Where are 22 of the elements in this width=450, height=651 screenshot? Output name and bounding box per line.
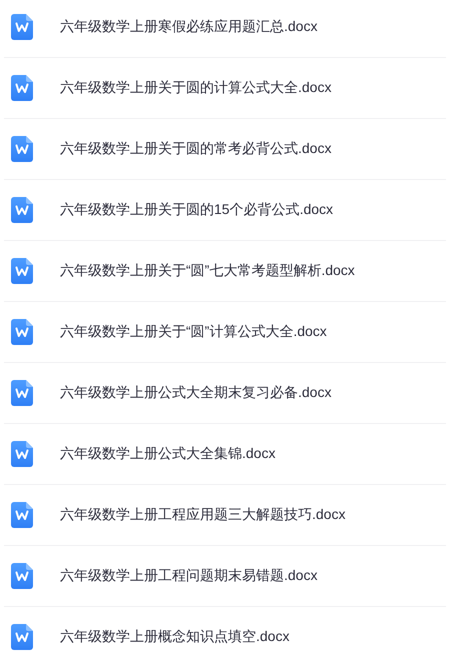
file-name[interactable]: 六年级数学上册寒假必练应用题汇总.docx: [60, 18, 318, 36]
file-name[interactable]: 六年级数学上册关于“圆”计算公式大全.docx: [60, 323, 327, 341]
document-icon: [11, 14, 33, 40]
document-icon: [11, 75, 33, 101]
document-icon: [11, 197, 33, 223]
document-icon: [11, 441, 33, 467]
file-name[interactable]: 六年级数学上册工程应用题三大解题技巧.docx: [60, 506, 346, 524]
document-icon: [11, 319, 33, 345]
file-name[interactable]: 六年级数学上册关于圆的常考必背公式.docx: [60, 140, 332, 158]
document-icon: [11, 258, 33, 284]
document-icon: [11, 502, 33, 528]
file-name[interactable]: 六年级数学上册关于圆的15个必背公式.docx: [60, 201, 334, 219]
document-icon: [11, 136, 33, 162]
document-icon: [11, 380, 33, 406]
file-name[interactable]: 六年级数学上册关于圆的计算公式大全.docx: [60, 79, 332, 97]
file-name[interactable]: 六年级数学上册关于“圆”七大常考题型解析.docx: [60, 262, 355, 280]
file-name[interactable]: 六年级数学上册工程问题期末易错题.docx: [60, 567, 318, 585]
file-name[interactable]: 六年级数学上册公式大全期末复习必备.docx: [60, 384, 332, 402]
file-name[interactable]: 六年级数学上册公式大全集锦.docx: [60, 445, 276, 463]
document-icon: [11, 563, 33, 589]
file-name[interactable]: 六年级数学上册概念知识点填空.docx: [60, 628, 290, 646]
document-icon: [11, 624, 33, 650]
